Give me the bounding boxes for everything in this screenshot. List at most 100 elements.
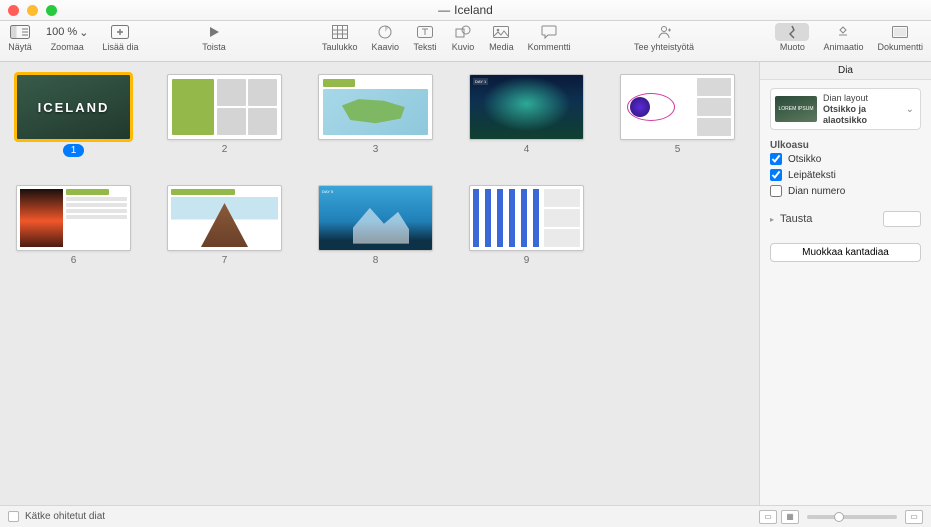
background-swatch[interactable] xyxy=(883,211,921,227)
slide-number-label: 8 xyxy=(373,255,379,266)
checkbox-slidenumber[interactable]: Dian numero xyxy=(770,185,921,197)
checkbox-body-input[interactable] xyxy=(770,169,782,181)
appearance-section-title: Ulkoasu xyxy=(770,140,921,151)
slide-thumbnail-preview[interactable]: DAY 1 xyxy=(469,74,584,140)
slide-number-label: 6 xyxy=(71,255,77,266)
checkbox-slidenumber-input[interactable] xyxy=(770,185,782,197)
layout-preview-thumb: LOREM IPSUM xyxy=(775,96,817,122)
slide-thumbnail[interactable]: 9 xyxy=(469,185,584,266)
edit-master-button[interactable]: Muokkaa kantadiaa xyxy=(770,243,921,262)
slide-number-label: 9 xyxy=(524,255,530,266)
slide-thumbnail[interactable]: ICELAND 1 xyxy=(16,74,131,157)
slide-number-label: 4 xyxy=(524,144,530,155)
shape-button[interactable]: Kuvio xyxy=(451,23,475,52)
play-button[interactable]: Toista xyxy=(202,23,226,52)
add-slide-label: Lisää dia xyxy=(102,42,138,52)
comment-button[interactable]: Kommentti xyxy=(528,23,571,52)
thumbnail-size-slider[interactable] xyxy=(807,515,897,519)
animate-button[interactable]: Animaatio xyxy=(823,23,863,52)
slide-thumbnail-preview[interactable] xyxy=(318,74,433,140)
play-label: Toista xyxy=(202,42,226,52)
checkbox-body[interactable]: Leipäteksti xyxy=(770,169,921,181)
view-mode-grid-button[interactable]: ▦ xyxy=(781,510,799,524)
slide-number-label: 5 xyxy=(675,144,681,155)
slide-thumbnail-preview[interactable] xyxy=(469,185,584,251)
slide-thumbnail[interactable]: 5 xyxy=(620,74,735,157)
zoom-value: 100 % xyxy=(46,26,77,38)
format-label: Muoto xyxy=(780,42,805,52)
slide-thumbnail[interactable]: 2 xyxy=(167,74,282,157)
slide-thumbnail-preview[interactable] xyxy=(167,74,282,140)
shape-icon xyxy=(455,23,471,41)
view-icon xyxy=(10,23,30,41)
collaborate-button[interactable]: Tee yhteistyötä xyxy=(634,23,694,52)
disclosure-triangle-icon[interactable]: ▸ xyxy=(770,215,774,224)
window-titlebar: — Iceland xyxy=(0,0,931,21)
background-row[interactable]: ▸ Tausta xyxy=(770,211,921,227)
slide-number-label: 1 xyxy=(63,144,85,157)
shape-label: Kuvio xyxy=(452,42,475,52)
document-title-text: Iceland xyxy=(454,3,493,17)
comment-icon xyxy=(541,23,557,41)
chart-button[interactable]: Kaavio xyxy=(372,23,400,52)
slide-thumbnail[interactable]: 6 xyxy=(16,185,131,266)
layout-name: Otsikko ja alaotsikko xyxy=(823,104,900,126)
text-button[interactable]: Teksti xyxy=(413,23,437,52)
hide-skipped-label: Kätke ohitetut diat xyxy=(25,511,105,522)
chevron-down-icon: ⌄ xyxy=(79,26,88,39)
view-label: Näytä xyxy=(8,42,32,52)
collaborate-icon xyxy=(655,23,673,41)
checkbox-title[interactable]: Otsikko xyxy=(770,153,921,165)
slide-thumbnail-preview[interactable]: ICELAND xyxy=(16,74,131,140)
slide-thumbnail-preview[interactable] xyxy=(620,74,735,140)
collaborate-label: Tee yhteistyötä xyxy=(634,42,694,52)
format-icon xyxy=(775,23,809,41)
slide-thumbnail[interactable]: 3 xyxy=(318,74,433,157)
hide-skipped-checkbox[interactable] xyxy=(8,511,19,522)
slide-thumbnail-preview[interactable] xyxy=(16,185,131,251)
text-label: Teksti xyxy=(414,42,437,52)
slider-knob[interactable] xyxy=(834,512,844,522)
add-slide-button[interactable]: Lisää dia xyxy=(102,23,138,52)
slide-layout-select[interactable]: LOREM IPSUM Dian layout Otsikko ja alaot… xyxy=(770,88,921,130)
view-button[interactable]: Näytä xyxy=(8,23,32,52)
zoom-select[interactable]: 100 % ⌄ Zoomaa xyxy=(46,23,88,52)
animate-label: Animaatio xyxy=(823,42,863,52)
view-mode-single-button[interactable]: ▭ xyxy=(905,510,923,524)
document-label: Dokumentti xyxy=(877,42,923,52)
edited-marker-icon: — xyxy=(438,3,450,17)
format-button[interactable]: Muoto xyxy=(775,23,809,52)
document-icon xyxy=(892,23,908,41)
play-icon xyxy=(207,23,221,41)
background-label: Tausta xyxy=(780,213,812,225)
layout-caption: Dian layout xyxy=(823,93,900,104)
format-inspector: Dia LOREM IPSUM Dian layout Otsikko ja a… xyxy=(759,62,931,505)
chart-icon xyxy=(378,23,392,41)
slide-thumbnail[interactable]: DAY 1 4 xyxy=(469,74,584,157)
inspector-tab-dia[interactable]: Dia xyxy=(760,62,931,80)
view-mode-normal-button[interactable]: ▭ xyxy=(759,510,777,524)
light-table-area[interactable]: ICELAND 1 2 3 DAY 1 4 5 6 7 DAY 5 8 9 xyxy=(0,62,759,505)
chevron-down-icon: ⌄ xyxy=(906,104,916,115)
slide-thumbnail[interactable]: 7 xyxy=(167,185,282,266)
slide-number-label: 2 xyxy=(222,144,228,155)
add-slide-icon xyxy=(111,23,129,41)
slide-number-label: 3 xyxy=(373,144,379,155)
table-button[interactable]: Taulukko xyxy=(322,23,358,52)
slide-thumbnail-preview[interactable] xyxy=(167,185,282,251)
media-button[interactable]: Media xyxy=(489,23,514,52)
slide-number-label: 7 xyxy=(222,255,228,266)
zoom-label: Zoomaa xyxy=(51,42,84,52)
checkbox-title-input[interactable] xyxy=(770,153,782,165)
comment-label: Kommentti xyxy=(528,42,571,52)
text-icon xyxy=(417,23,433,41)
main-toolbar: Näytä 100 % ⌄ Zoomaa Lisää dia Toista xyxy=(0,21,931,62)
status-bar: Kätke ohitetut diat ▭ ▦ ▭ xyxy=(0,505,931,527)
document-title: — Iceland xyxy=(0,3,931,17)
table-icon xyxy=(332,23,348,41)
document-button[interactable]: Dokumentti xyxy=(877,23,923,52)
media-label: Media xyxy=(489,42,514,52)
table-label: Taulukko xyxy=(322,42,358,52)
slide-thumbnail[interactable]: DAY 5 8 xyxy=(318,185,433,266)
slide-thumbnail-preview[interactable]: DAY 5 xyxy=(318,185,433,251)
